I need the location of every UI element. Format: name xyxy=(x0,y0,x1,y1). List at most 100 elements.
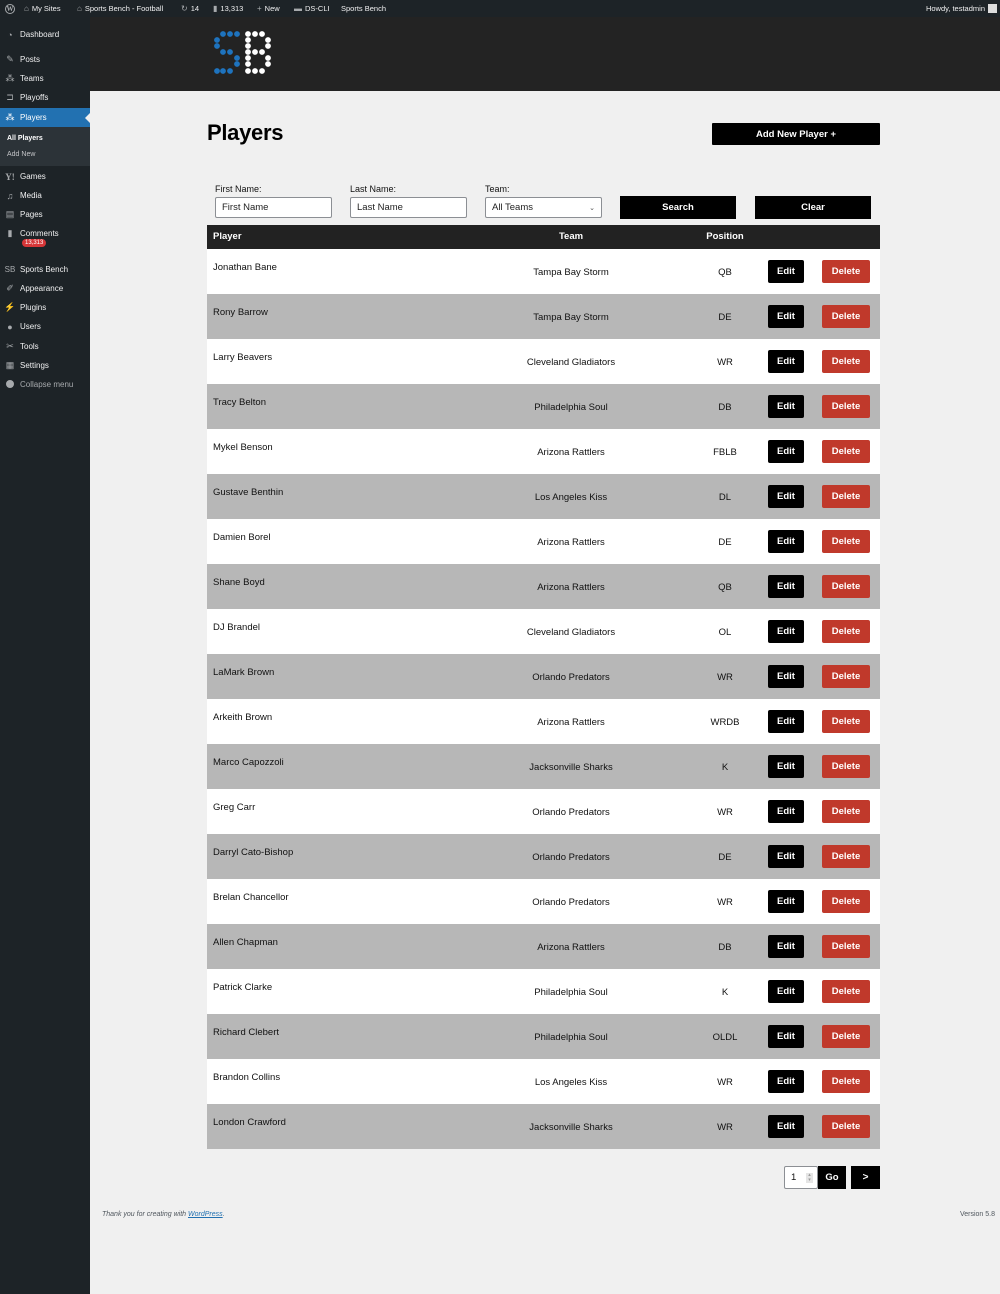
edit-button[interactable]: Edit xyxy=(768,395,804,418)
delete-button[interactable]: Delete xyxy=(822,350,870,373)
player-team: Orlando Predators xyxy=(532,807,610,818)
player-position: WR xyxy=(717,807,733,818)
submenu-all-players[interactable]: All Players xyxy=(7,135,43,142)
player-name: Mykel Benson xyxy=(213,442,273,453)
comments-menu[interactable]: ▮ 13,313 xyxy=(213,0,243,17)
edit-button[interactable]: Edit xyxy=(768,440,804,463)
sidebar-item-tools[interactable]: ✂ Tools xyxy=(0,337,90,356)
sidebar-item-media[interactable]: ♫ Media xyxy=(0,186,90,205)
edit-button[interactable]: Edit xyxy=(768,845,804,868)
clear-button[interactable]: Clear xyxy=(755,196,871,219)
delete-button[interactable]: Delete xyxy=(822,530,870,553)
delete-button[interactable]: Delete xyxy=(822,305,870,328)
edit-button[interactable]: Edit xyxy=(768,260,804,283)
team-select[interactable]: All Teams ⌄ xyxy=(485,197,602,218)
delete-button[interactable]: Delete xyxy=(822,1115,870,1138)
delete-button[interactable]: Delete xyxy=(822,395,870,418)
delete-button[interactable]: Delete xyxy=(822,755,870,778)
delete-button[interactable]: Delete xyxy=(822,935,870,958)
edit-button[interactable]: Edit xyxy=(768,350,804,373)
next-page-button[interactable]: > xyxy=(851,1166,880,1189)
table-header: Player Team Position xyxy=(207,225,880,249)
delete-button[interactable]: Delete xyxy=(822,485,870,508)
search-button[interactable]: Search xyxy=(620,196,736,219)
chevron-down-icon: ⌄ xyxy=(589,204,595,212)
sidebar-item-dashboard[interactable]: ◔ Dashboard xyxy=(0,25,90,44)
delete-button[interactable]: Delete xyxy=(822,710,870,733)
delete-button[interactable]: Delete xyxy=(822,620,870,643)
table-row: Mykel Benson Arizona Rattlers FBLB Edit Dele… xyxy=(207,429,880,474)
edit-button[interactable]: Edit xyxy=(768,1070,804,1093)
edit-button[interactable]: Edit xyxy=(768,800,804,823)
sidebar-item-posts[interactable]: ✎ Posts xyxy=(0,50,90,69)
add-new-player-button[interactable]: Add New Player + xyxy=(712,123,880,145)
player-name: Damien Borel xyxy=(213,532,271,543)
edit-button[interactable]: Edit xyxy=(768,485,804,508)
edit-button[interactable]: Edit xyxy=(768,305,804,328)
sidebar-item-plugins[interactable]: ⚡ Plugins xyxy=(0,298,90,317)
updates-menu[interactable]: ↻ 14 xyxy=(181,0,199,17)
table-row: Patrick Clarke Philadelphia Soul K Edit Dele… xyxy=(207,969,880,1014)
new-content-menu[interactable]: + New xyxy=(257,0,280,17)
sidebar-item-teams[interactable]: ⁂ Teams xyxy=(0,69,90,88)
edit-button[interactable]: Edit xyxy=(768,755,804,778)
edit-button[interactable]: Edit xyxy=(768,980,804,1003)
edit-button[interactable]: Edit xyxy=(768,1025,804,1048)
wp-logo-menu[interactable]: W xyxy=(5,0,15,17)
delete-button[interactable]: Delete xyxy=(822,980,870,1003)
plugin-icon: ⚡ xyxy=(4,302,16,312)
edit-button[interactable]: Edit xyxy=(768,890,804,913)
edit-button[interactable]: Edit xyxy=(768,665,804,688)
edit-button[interactable]: Edit xyxy=(768,1115,804,1138)
player-name: Patrick Clarke xyxy=(213,982,273,993)
stepper-icon[interactable]: ▴ ▾ xyxy=(806,1173,813,1183)
new-label: New xyxy=(264,4,280,13)
submenu-add-new[interactable]: Add New xyxy=(7,151,35,158)
delete-button[interactable]: Delete xyxy=(822,260,870,283)
edit-button[interactable]: Edit xyxy=(768,710,804,733)
delete-button[interactable]: Delete xyxy=(822,575,870,598)
logo-s-dot xyxy=(234,31,240,37)
delete-button[interactable]: Delete xyxy=(822,1025,870,1048)
delete-button[interactable]: Delete xyxy=(822,800,870,823)
go-button[interactable]: Go xyxy=(818,1166,846,1189)
sidebar-item-settings[interactable]: ▦ Settings xyxy=(0,356,90,375)
delete-button[interactable]: Delete xyxy=(822,665,870,688)
edit-button[interactable]: Edit xyxy=(768,575,804,598)
sidebar-item-sports-bench[interactable]: SB Sports Bench xyxy=(0,260,90,279)
sidebar-item-players[interactable]: ⁂ Players xyxy=(0,108,90,127)
edit-button[interactable]: Edit xyxy=(768,530,804,553)
home-icon: ⌂ xyxy=(77,4,82,13)
ds-cli-menu[interactable]: ▬ DS-CLI xyxy=(294,0,330,17)
sidebar-item-label: Pages xyxy=(20,210,43,219)
my-sites-menu[interactable]: ⌂ My Sites xyxy=(24,0,61,17)
column-header-player: Player xyxy=(213,231,242,242)
delete-button[interactable]: Delete xyxy=(822,1070,870,1093)
delete-button[interactable]: Delete xyxy=(822,845,870,868)
player-name: Rony Barrow xyxy=(213,307,268,318)
site-name-menu[interactable]: ⌂ Sports Bench - Football xyxy=(77,0,163,17)
sidebar-item-pages[interactable]: ▤ Pages xyxy=(0,205,90,224)
edit-button[interactable]: Edit xyxy=(768,935,804,958)
logo-s-dot xyxy=(227,31,233,37)
wordpress-link[interactable]: WordPress xyxy=(188,1211,223,1218)
sidebar-item-games[interactable]: Y! Games xyxy=(0,167,90,186)
comments-count: 13,313 xyxy=(220,4,244,13)
delete-button[interactable]: Delete xyxy=(822,890,870,913)
last-name-input[interactable] xyxy=(350,197,467,218)
first-name-input[interactable] xyxy=(215,197,332,218)
sidebar-item-appearance[interactable]: ✐ Appearance xyxy=(0,279,90,298)
edit-button[interactable]: Edit xyxy=(768,620,804,643)
delete-button[interactable]: Delete xyxy=(822,440,870,463)
table-row: Marco Capozzoli Jacksonville Sharks K Edit D… xyxy=(207,744,880,789)
player-name: Jonathan Bane xyxy=(213,262,277,273)
account-menu[interactable]: Howdy, testadmin xyxy=(926,0,997,17)
collapse-menu-button[interactable]: Collapse menu xyxy=(0,375,90,394)
logo-s-dot xyxy=(214,37,220,43)
sports-bench-menu[interactable]: Sports Bench xyxy=(341,0,386,17)
table-row: Greg Carr Orlando Predators WR Edit Delete xyxy=(207,789,880,834)
page-number-input[interactable]: 1 ▴ ▾ xyxy=(784,1166,818,1189)
sidebar-item-users[interactable]: ● Users xyxy=(0,317,90,336)
sidebar-item-playoffs[interactable]: ⊐ Playoffs xyxy=(0,88,90,107)
column-header-team: Team xyxy=(558,231,584,242)
